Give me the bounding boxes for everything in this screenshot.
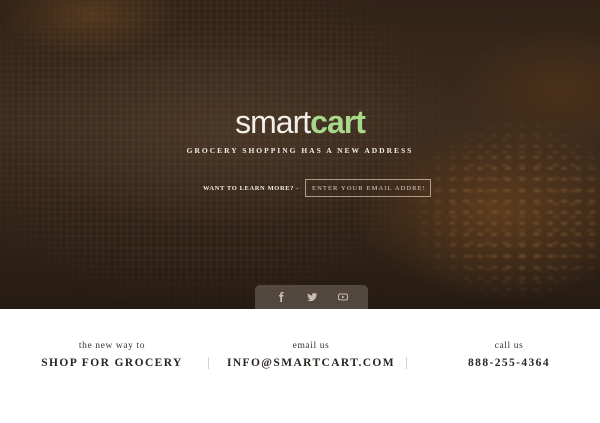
signup-label: WANT TO LEARN MORE? -	[203, 184, 300, 192]
email-column: email us INFO@SMARTCART.COM	[222, 341, 400, 369]
brand-logo[interactable]: smartcart	[0, 104, 600, 140]
hero-tagline: GROCERY SHOPPING HAS A NEW ADDRESS	[186, 146, 414, 155]
logo-smart-text: smart	[235, 104, 311, 140]
youtube-icon[interactable]	[336, 290, 350, 304]
phone-column: call us 888-255-4364	[448, 341, 570, 369]
twitter-icon[interactable]	[305, 290, 319, 304]
facebook-icon[interactable]	[274, 290, 288, 304]
email-label: email us	[292, 341, 330, 351]
phone-link[interactable]: 888-255-4364	[448, 357, 570, 369]
shop-column: the new way to SHOP FOR GROCERY	[37, 341, 187, 369]
footer-divider	[208, 357, 209, 369]
social-links-bar	[255, 285, 368, 309]
email-input[interactable]	[305, 179, 432, 197]
shop-link[interactable]: SHOP FOR GROCERY	[37, 357, 187, 369]
hero-banner: smartcart GROCERY SHOPPING HAS A NEW ADD…	[0, 0, 600, 309]
shop-label: the new way to	[78, 341, 146, 351]
phone-label: call us	[494, 341, 524, 351]
email-link[interactable]: INFO@SMARTCART.COM	[222, 357, 400, 369]
contact-footer: the new way to SHOP FOR GROCERY email us…	[0, 309, 600, 423]
logo-cart-text: cart	[310, 104, 366, 140]
footer-divider	[406, 357, 407, 369]
email-signup-form: WANT TO LEARN MORE? -	[203, 179, 432, 197]
